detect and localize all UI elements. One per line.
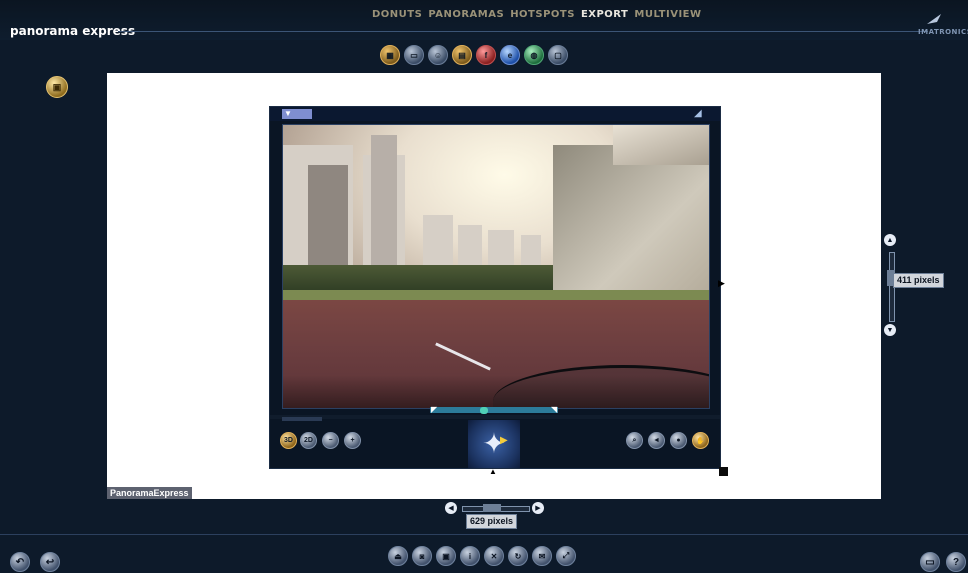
canvas-name-label: PanoramaExpress — [107, 487, 192, 499]
zoom-in-button[interactable]: + — [344, 432, 361, 449]
layout-icon[interactable]: ▦ — [380, 45, 400, 65]
settings-icon[interactable]: ▣ — [46, 76, 68, 98]
width-value-label: 629 pixels — [466, 514, 518, 529]
brand-name: IMATRONICS — [918, 28, 968, 36]
footer-divider — [0, 534, 968, 535]
view-2d-button[interactable]: 2D — [300, 432, 317, 449]
globe-icon[interactable]: ◍ — [524, 45, 544, 65]
app-title: panorama express — [10, 24, 136, 38]
chevron-down-icon[interactable]: ▼ — [284, 109, 292, 118]
tools-icon[interactable]: ✕ — [484, 546, 504, 566]
zoom-out-button[interactable]: − — [322, 432, 339, 449]
info-icon[interactable]: i — [460, 546, 480, 566]
window-frame-icon[interactable]: ▢ — [548, 45, 568, 65]
view-3d-button[interactable]: 3D — [280, 432, 297, 449]
back-icon[interactable]: ↩ — [40, 552, 60, 572]
flash-icon[interactable]: f — [476, 45, 496, 65]
nav-hotspots[interactable]: HOTSPOTS — [510, 9, 575, 23]
bottom-toolbar: ⏏ ◙ ▣ i ✕ ↻ ✉ ⤢ — [388, 546, 576, 566]
floppy-icon[interactable]: ▣ — [436, 546, 456, 566]
play-arrow-icon[interactable]: ▶ — [500, 435, 508, 446]
panorama-image[interactable] — [282, 124, 710, 409]
width-slider-thumb[interactable] — [483, 504, 501, 512]
height-increase-button[interactable]: ▲ — [884, 234, 896, 246]
brand-logo-icon: ◢ — [694, 108, 702, 119]
height-decrease-button[interactable]: ▼ — [884, 324, 896, 336]
viewer-titlebar — [270, 107, 720, 121]
window-icon[interactable]: ▭ — [404, 45, 424, 65]
exit-icon[interactable]: ⏏ — [388, 546, 408, 566]
main-nav: DONUTS PANORAMAS HOTSPOTS EXPORT MULTIVI… — [372, 9, 702, 23]
magnify-icon[interactable]: ⌕ — [626, 432, 643, 449]
pan-scrubber-knob[interactable] — [480, 407, 488, 414]
refresh-icon[interactable]: ↻ — [508, 546, 528, 566]
resize-handle[interactable] — [719, 467, 728, 476]
nav-multiview[interactable]: MULTIVIEW — [634, 9, 701, 23]
mail-icon[interactable]: ✉ — [532, 546, 552, 566]
navigation-compass[interactable]: ✦ — [468, 420, 520, 468]
arrow-right-icon[interactable]: ◥ — [551, 405, 557, 414]
speaker-icon[interactable]: ◄ — [648, 432, 665, 449]
fullscreen-icon[interactable]: ⤢ — [556, 546, 576, 566]
header-divider — [118, 31, 928, 32]
undo-icon[interactable]: ↶ — [10, 552, 30, 572]
resize-arrow-icon[interactable]: ▶ — [718, 278, 725, 289]
height-value-label: 411 pixels — [893, 273, 944, 288]
top-toolbar: ▦ ▭ ☺ ▤ f e ◍ ▢ — [380, 45, 568, 65]
person-icon[interactable]: ☺ — [428, 45, 448, 65]
pan-scrubber[interactable] — [430, 407, 558, 413]
panorama-viewer: ▼ ◢ ◤ ◥ 3D 2D − + ✦ ▶ ⌕ ◄ ● ✋ — [269, 106, 721, 469]
nav-panoramas[interactable]: PANORAMAS — [428, 9, 504, 23]
hand-icon[interactable]: ✋ — [692, 432, 709, 449]
help-icon[interactable]: ? — [946, 552, 966, 572]
viewer-separator — [270, 415, 720, 419]
arrow-left-icon[interactable]: ◤ — [431, 405, 437, 414]
folder-icon[interactable]: ▤ — [452, 45, 472, 65]
nav-export[interactable]: EXPORT — [581, 9, 628, 23]
ie-icon[interactable]: e — [500, 45, 520, 65]
nav-donuts[interactable]: DONUTS — [372, 9, 422, 23]
preview-window-icon[interactable]: ▭ — [920, 552, 940, 572]
width-increase-button[interactable]: ▶ — [532, 502, 544, 514]
viewer-status-strip — [282, 417, 322, 421]
width-decrease-button[interactable]: ◀ — [445, 502, 457, 514]
sphere-icon[interactable]: ● — [670, 432, 687, 449]
resize-arrow-icon[interactable]: ▲ — [489, 467, 497, 476]
save-disk-icon[interactable]: ◙ — [412, 546, 432, 566]
